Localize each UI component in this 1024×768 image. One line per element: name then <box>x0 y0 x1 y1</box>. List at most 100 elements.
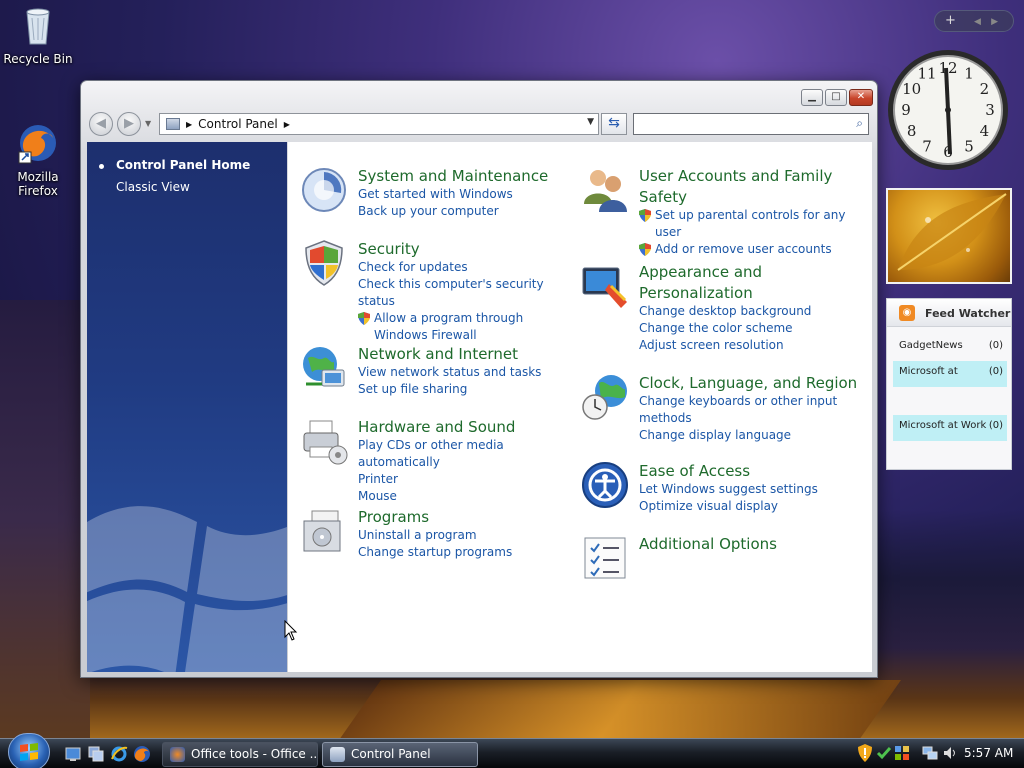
breadcrumb-chevron-icon[interactable]: ▶ <box>284 120 290 129</box>
feed-count: (0) <box>988 420 1003 431</box>
clock-gadget[interactable]: 121234567891011 <box>886 48 1010 172</box>
sidebar-tray-icon[interactable] <box>894 745 910 761</box>
task-link[interactable]: Allow a program through Windows Firewall <box>358 310 568 344</box>
appearance-monitor-icon <box>582 267 627 308</box>
task-link[interactable]: Check this computer's security status <box>358 276 568 310</box>
feed-row[interactable]: Microsoft at (0) <box>893 361 1007 387</box>
maximize-button[interactable]: □ <box>825 89 847 106</box>
clock-globe-icon <box>582 375 627 420</box>
network-icon[interactable] <box>922 745 938 761</box>
category-title[interactable]: Programs <box>358 507 429 528</box>
forward-arrow-icon: ▶ <box>124 116 134 131</box>
desktop-icon-label: Mozilla Firefox <box>17 170 59 198</box>
security-alert-icon[interactable] <box>858 744 872 762</box>
task-link[interactable]: Uninstall a program <box>358 527 568 544</box>
desktop-icon-firefox[interactable]: Mozilla Firefox <box>0 108 76 198</box>
wallpaper-road <box>338 680 902 740</box>
windows-update-icon[interactable] <box>876 745 892 761</box>
category-title[interactable]: Additional Options <box>639 534 777 555</box>
switch-windows-icon[interactable] <box>87 745 105 763</box>
category-title[interactable]: Clock, Language, and Region <box>639 373 857 394</box>
nav-classic-view[interactable]: Classic View <box>116 180 190 194</box>
volume-icon[interactable] <box>942 745 958 761</box>
address-bar[interactable]: ▶ Control Panel ▶ ▼ <box>159 113 599 135</box>
task-link[interactable]: Adjust screen resolution <box>639 337 849 354</box>
feed-count: (0) <box>988 340 1003 351</box>
task-link[interactable]: Change keyboards or other input methods <box>639 393 849 427</box>
breadcrumb-control-panel[interactable]: Control Panel <box>198 117 278 131</box>
task-link[interactable]: View network status and tasks <box>358 364 568 381</box>
system-tray: 5:57 AM <box>848 739 1024 768</box>
category-title[interactable]: Hardware and Sound <box>358 417 515 438</box>
feed-watcher-title: Feed Watcher <box>925 307 1011 320</box>
sidebar-next-icon[interactable]: ▶ <box>991 17 998 27</box>
task-link[interactable]: Let Windows suggest settings <box>639 481 849 498</box>
windows-flag-icon <box>20 743 38 761</box>
clock-numeral: 7 <box>922 137 932 155</box>
task-link[interactable]: Change the color scheme <box>639 320 849 337</box>
clock-numeral: 4 <box>980 122 990 140</box>
wallpaper-bridge <box>0 300 90 740</box>
search-box[interactable]: ⌕ <box>633 113 869 135</box>
category-title[interactable]: Network and Internet <box>358 344 518 365</box>
clock-numeral: 9 <box>901 101 911 119</box>
breadcrumb-chevron-icon: ▶ <box>186 119 193 129</box>
task-link[interactable]: Mouse <box>358 488 568 505</box>
address-dropdown-icon[interactable]: ▼ <box>587 117 594 127</box>
add-gadget-icon[interactable]: + <box>945 13 956 28</box>
recent-pages-dropdown[interactable]: ▼ <box>145 119 151 128</box>
task-link[interactable]: Check for updates <box>358 259 568 276</box>
internet-explorer-icon[interactable] <box>110 745 128 763</box>
hardware-printer-icon <box>303 420 348 465</box>
task-link[interactable]: Get started with Windows <box>358 186 568 203</box>
autumn-leaf-photo <box>897 193 1007 271</box>
back-arrow-icon: ◀ <box>96 116 106 131</box>
feed-row[interactable]: Microsoft at Work (0) <box>893 415 1007 441</box>
task-link[interactable]: Add or remove user accounts <box>639 241 849 258</box>
taskbar-clock[interactable]: 5:57 AM <box>964 746 1013 760</box>
network-globe-icon <box>303 347 345 387</box>
task-link[interactable]: Optimize visual display <box>639 498 849 515</box>
task-link[interactable]: Set up parental controls for any user <box>639 207 849 241</box>
search-input[interactable] <box>638 115 838 133</box>
feed-row[interactable]: GadgetNews (0) <box>893 335 1007 361</box>
category-title[interactable]: Security <box>358 239 420 260</box>
control-panel-window: ▁ □ ✕ ◀ ▶ ▼ ▶ Control Panel ▶ ▼ ⇆ ⌕ Cont… <box>80 80 878 678</box>
category-title[interactable]: User Accounts and Family Safety <box>639 166 849 208</box>
task-link[interactable]: Change desktop background <box>639 303 849 320</box>
selected-bullet-icon <box>99 164 104 169</box>
taskbar-button-control-panel[interactable]: Control Panel <box>322 742 478 767</box>
task-link[interactable]: Back up your computer <box>358 203 568 220</box>
feed-watcher-gadget[interactable]: ◉ Feed Watcher GadgetNews (0) Microsoft … <box>886 298 1012 470</box>
taskbar-button-firefox[interactable]: Office tools - Office ... <box>162 742 318 767</box>
category-title[interactable]: System and Maintenance <box>358 166 548 187</box>
sidebar-controls[interactable]: + ◀ ▶ <box>934 10 1014 32</box>
task-link-label: Allow a program through Windows Firewall <box>374 311 524 342</box>
firefox-icon <box>18 125 56 164</box>
task-link[interactable]: Set up file sharing <box>358 381 568 398</box>
user-accounts-icon <box>584 170 627 212</box>
minimize-button[interactable]: ▁ <box>801 89 823 106</box>
nav-control-panel-home[interactable]: Control Panel Home <box>116 158 250 172</box>
close-button[interactable]: ✕ <box>849 89 873 106</box>
start-button[interactable] <box>8 733 50 768</box>
desktop-icon-recycle-bin[interactable]: Recycle Bin <box>0 4 76 66</box>
category-title[interactable]: Appearance and Personalization <box>639 262 849 304</box>
desktop-icon-label: Recycle Bin <box>3 52 73 66</box>
refresh-button[interactable]: ⇆ <box>601 113 627 135</box>
firefox-icon[interactable] <box>133 745 151 763</box>
search-icon[interactable]: ⌕ <box>856 116 863 131</box>
clock-numeral: 5 <box>964 137 974 155</box>
show-desktop-icon[interactable] <box>64 745 82 763</box>
task-link[interactable]: Printer <box>358 471 568 488</box>
task-link[interactable]: Change display language <box>639 427 849 444</box>
refresh-icon: ⇆ <box>608 115 620 131</box>
feed-count: (0) <box>988 366 1003 377</box>
task-link[interactable]: Change startup programs <box>358 544 568 561</box>
category-title[interactable]: Ease of Access <box>639 461 750 482</box>
sidebar-prev-icon[interactable]: ◀ <box>974 17 981 27</box>
task-link[interactable]: Play CDs or other media automatically <box>358 437 568 471</box>
back-button[interactable]: ◀ <box>89 112 113 136</box>
forward-button[interactable]: ▶ <box>117 112 141 136</box>
slideshow-gadget[interactable] <box>886 188 1012 284</box>
